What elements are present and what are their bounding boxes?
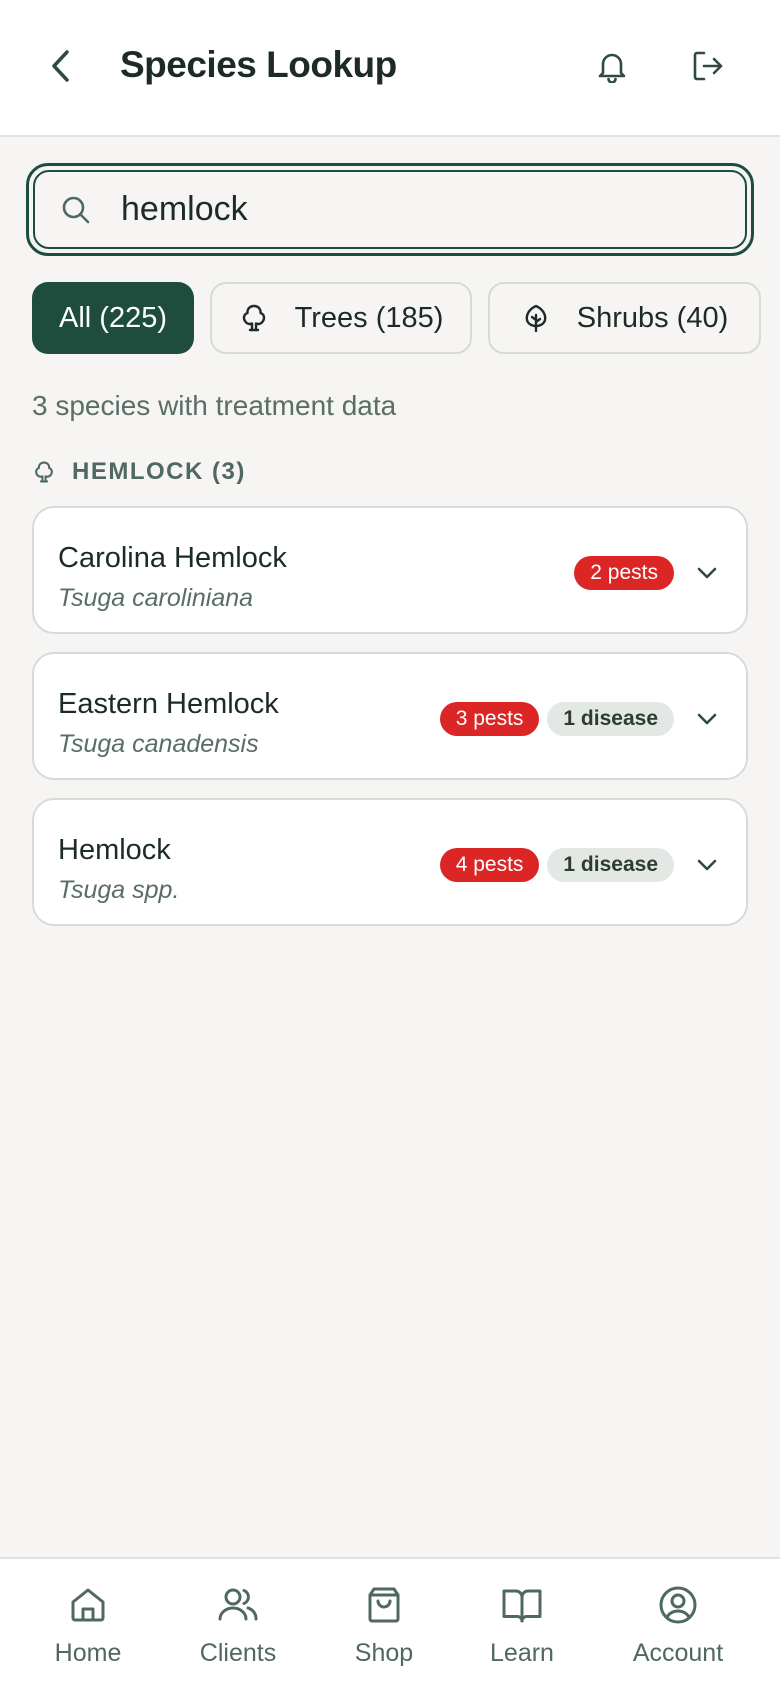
bottom-nav: Home Clients Shop Learn Account — [0, 1557, 780, 1688]
bell-icon — [596, 49, 628, 88]
species-card-hemlock[interactable]: Hemlock Tsuga spp. 4 pests 1 disease — [32, 798, 748, 926]
logout-icon — [691, 49, 725, 88]
search-icon — [59, 193, 93, 227]
page-title: Species Lookup — [120, 44, 397, 85]
filter-chip-label: Shrubs (40) — [576, 301, 729, 334]
badge-group: 3 pests 1 disease — [439, 702, 674, 736]
nav-label: Home — [54, 1639, 122, 1667]
chevron-down-icon[interactable] — [692, 704, 722, 734]
user-circle-icon — [656, 1583, 700, 1627]
notifications-button[interactable] — [590, 46, 634, 90]
species-scientific-name: Tsuga canadensis — [58, 730, 259, 758]
pest-count-badge: 2 pests — [574, 556, 674, 590]
pest-count-badge: 4 pests — [439, 848, 540, 882]
disease-count-badge: 1 disease — [547, 702, 674, 736]
chevron-down-icon[interactable] — [692, 558, 722, 588]
species-name: Hemlock — [58, 834, 171, 866]
nav-item-clients[interactable]: Clients — [168, 1559, 308, 1688]
species-scientific-name: Tsuga caroliniana — [58, 584, 254, 612]
filter-chip-label: All (225) — [59, 301, 167, 334]
home-icon — [66, 1583, 110, 1627]
logout-button[interactable] — [686, 46, 730, 90]
users-icon — [216, 1583, 260, 1627]
species-scientific-name: Tsuga spp. — [58, 876, 180, 904]
app-header: Species Lookup — [0, 0, 780, 137]
shopping-bag-icon — [362, 1583, 406, 1627]
nav-label: Shop — [354, 1639, 414, 1667]
nav-label: Learn — [490, 1639, 554, 1667]
group-title: HEMLOCK (3) — [72, 458, 246, 485]
filter-chip-trees[interactable]: Trees (185) — [210, 282, 472, 354]
pest-count-badge: 3 pests — [439, 702, 540, 736]
filter-chip-shrubs[interactable]: Shrubs (40) — [488, 282, 761, 354]
result-summary: 3 species with treatment data — [32, 390, 397, 421]
nav-label: Clients — [199, 1639, 277, 1667]
filter-chip-all[interactable]: All (225) — [32, 282, 194, 354]
nav-item-learn[interactable]: Learn — [452, 1559, 592, 1688]
badge-group: 2 pests — [574, 556, 674, 590]
nav-label: Account — [632, 1639, 724, 1667]
filter-chip-label: Trees (185) — [294, 301, 444, 334]
book-icon — [500, 1583, 544, 1627]
species-card-eastern-hemlock[interactable]: Eastern Hemlock Tsuga canadensis 3 pests… — [32, 652, 748, 780]
species-name: Carolina Hemlock — [58, 542, 287, 574]
search-box — [26, 163, 754, 256]
nav-item-shop[interactable]: Shop — [314, 1559, 454, 1688]
disease-count-badge: 1 disease — [547, 848, 674, 882]
search-field[interactable] — [33, 170, 747, 249]
tree-icon — [239, 303, 269, 333]
species-card-carolina-hemlock[interactable]: Carolina Hemlock Tsuga caroliniana 2 pes… — [32, 506, 748, 634]
back-button[interactable] — [40, 46, 80, 90]
chevron-left-icon — [49, 49, 71, 88]
search-input[interactable] — [121, 190, 745, 229]
tree-icon — [32, 460, 56, 484]
species-group-header: HEMLOCK (3) — [32, 458, 246, 486]
nav-item-home[interactable]: Home — [18, 1559, 158, 1688]
chevron-down-icon[interactable] — [692, 850, 722, 880]
nav-item-account[interactable]: Account — [608, 1559, 748, 1688]
species-name: Eastern Hemlock — [58, 688, 279, 720]
badge-group: 4 pests 1 disease — [439, 848, 674, 882]
shrub-icon — [521, 303, 551, 333]
